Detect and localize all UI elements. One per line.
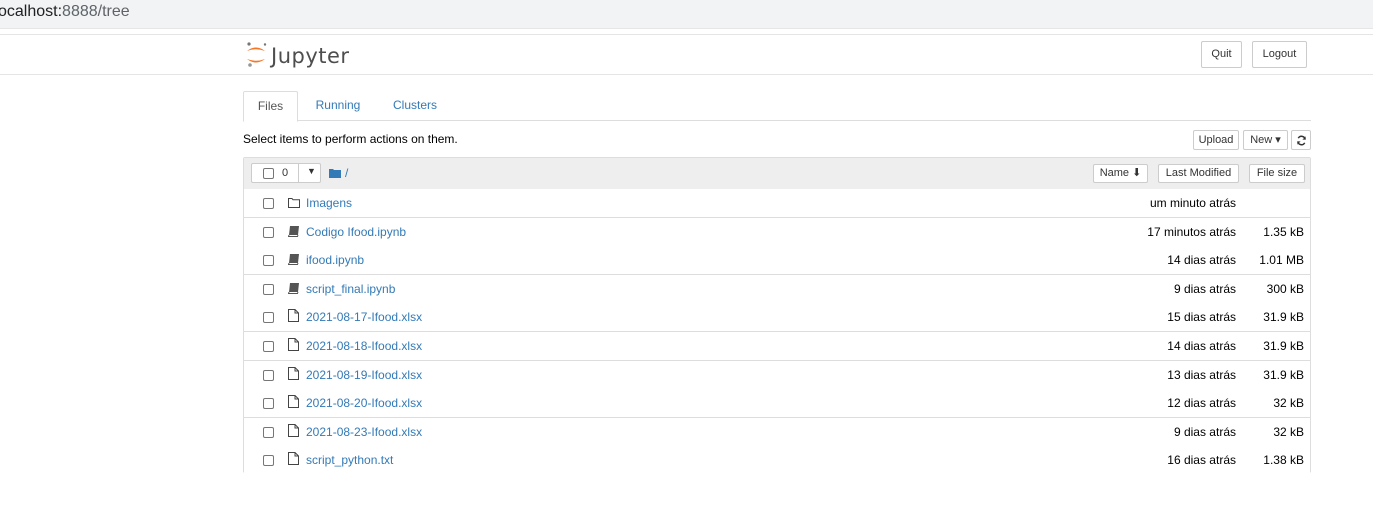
url-host: ocalhost: [0, 3, 63, 20]
row-checkbox[interactable] [263, 341, 274, 352]
file-size: 31.9 kB [1263, 367, 1304, 382]
file-size: 31.9 kB [1263, 310, 1304, 325]
notebook-icon [287, 252, 300, 270]
file-icon [288, 338, 299, 356]
file-name-link[interactable]: 2021-08-18-Ifood.xlsx [306, 339, 422, 353]
file-name-link[interactable]: Imagens [306, 196, 352, 210]
file-size: 31.9 kB [1263, 339, 1304, 353]
file-modified: 15 dias atrás [1167, 310, 1236, 325]
upload-button[interactable]: Upload [1193, 130, 1239, 150]
file-row[interactable]: 2021-08-17-Ifood.xlsx 15 dias atrás 31.9 k… [244, 303, 1310, 333]
tab-running[interactable]: Running [305, 91, 371, 119]
file-row[interactable]: Imagens um minuto atrás [244, 189, 1310, 218]
breadcrumb-root[interactable]: / [345, 166, 348, 180]
file-modified: 9 dias atrás [1173, 281, 1236, 296]
quit-button[interactable]: Quit [1201, 41, 1242, 68]
file-size: 1.35 kB [1263, 224, 1304, 239]
tab-bar: Files Running Clusters [243, 91, 1311, 122]
sort-by-file-size-button[interactable]: File size [1249, 164, 1305, 183]
file-row[interactable]: 2021-08-23-Ifood.xlsx 9 dias atrás 32 kB [244, 417, 1310, 447]
file-name-link[interactable]: 2021-08-19-Ifood.xlsx [306, 368, 422, 382]
refresh-button[interactable] [1291, 130, 1311, 150]
new-dropdown-button[interactable]: New ▾ [1243, 130, 1288, 150]
file-list-header: 0 ▼ / Name ⬇ Last Modified File size [244, 158, 1310, 190]
file-modified: 14 dias atrás [1167, 339, 1236, 353]
file-row[interactable]: Codigo Ifood.ipynb 17 minutos atrás 1.35 k… [244, 217, 1310, 247]
file-modified: 17 minutos atrás [1147, 224, 1236, 239]
notebook-icon [287, 281, 300, 299]
row-checkbox[interactable] [263, 198, 274, 209]
jupyter-header: Jupyter Quit Logout [0, 34, 1373, 75]
row-checkbox[interactable] [263, 226, 274, 238]
file-list: 0 ▼ / Name ⬇ Last Modified File size Ima… [243, 157, 1311, 475]
notebook-icon [287, 224, 300, 242]
file-row[interactable]: 2021-08-20-Ifood.xlsx 12 dias atrás 32 kB [244, 389, 1310, 419]
logout-button[interactable]: Logout [1252, 41, 1307, 68]
row-checkbox[interactable] [263, 255, 274, 267]
select-all-checkbox[interactable] [263, 168, 274, 179]
jupyter-logo-icon [247, 42, 267, 67]
caret-down-icon[interactable]: ▼ [307, 166, 316, 176]
file-name-link[interactable]: ifood.ipynb [306, 253, 364, 267]
file-icon [288, 309, 299, 327]
row-checkbox[interactable] [263, 455, 274, 467]
file-name-link[interactable]: Codigo Ifood.ipynb [306, 225, 406, 239]
file-icon [288, 366, 299, 385]
tab-clusters[interactable]: Clusters [383, 91, 447, 119]
row-checkbox[interactable] [263, 369, 274, 381]
file-icon [288, 423, 299, 442]
file-modified: 14 dias atrás [1167, 253, 1236, 268]
select-all-dropdown[interactable]: 0 ▼ [251, 163, 321, 183]
sort-by-name-button[interactable]: Name ⬇ [1093, 164, 1148, 183]
file-name-link[interactable]: 2021-08-23-Ifood.xlsx [306, 425, 422, 439]
file-row[interactable]: 2021-08-18-Ifood.xlsx 14 dias atrás 31.9 k… [244, 332, 1310, 361]
file-name-link[interactable]: 2021-08-17-Ifood.xlsx [306, 310, 422, 324]
row-checkbox[interactable] [263, 312, 274, 324]
selbox-divider [298, 164, 299, 182]
url-path: 8888/tree [62, 3, 130, 20]
file-row[interactable]: script_python.txt 16 dias atrás 1.38 kB [244, 446, 1310, 475]
file-modified: 16 dias atrás [1167, 453, 1236, 468]
file-icon [288, 395, 299, 413]
tab-files[interactable]: Files [243, 91, 298, 122]
file-size: 32 kB [1273, 396, 1304, 411]
row-checkbox[interactable] [263, 398, 274, 410]
file-size: 32 kB [1273, 424, 1304, 439]
file-size: 1.01 MB [1259, 253, 1304, 268]
url-text[interactable]: ocalhost:8888/tree [0, 3, 130, 21]
folder-icon [329, 169, 341, 178]
file-modified: 13 dias atrás [1167, 367, 1236, 382]
jupyter-wordmark: Jupyter [271, 44, 350, 68]
row-checkbox[interactable] [263, 426, 274, 438]
row-checkbox[interactable] [263, 283, 274, 295]
file-size: 300 kB [1266, 281, 1304, 296]
file-modified: 9 dias atrás [1173, 424, 1236, 439]
file-modified: 12 dias atrás [1167, 396, 1236, 411]
file-row[interactable]: ifood.ipynb 14 dias atrás 1.01 MB [244, 246, 1310, 276]
sort-by-last-modified-button[interactable]: Last Modified [1158, 164, 1239, 183]
folder-icon [288, 195, 300, 213]
refresh-icon [1296, 135, 1306, 146]
file-row[interactable]: 2021-08-19-Ifood.xlsx 13 dias atrás 31.9 k… [244, 360, 1310, 390]
file-modified: um minuto atrás [1149, 196, 1236, 210]
selected-count: 0 [282, 167, 289, 179]
file-icon [288, 452, 299, 470]
file-name-link[interactable]: script_final.ipynb [306, 282, 395, 296]
file-name-link[interactable]: 2021-08-20-Ifood.xlsx [306, 396, 422, 410]
file-size: 1.38 kB [1263, 453, 1304, 468]
file-row[interactable]: script_final.ipynb 9 dias atrás 300 kB [244, 274, 1310, 304]
file-name-link[interactable]: script_python.txt [306, 453, 393, 467]
browser-address-bar[interactable]: ocalhost:8888/tree [0, 0, 1373, 29]
selection-hint: Select items to perform actions on them. [243, 132, 458, 146]
